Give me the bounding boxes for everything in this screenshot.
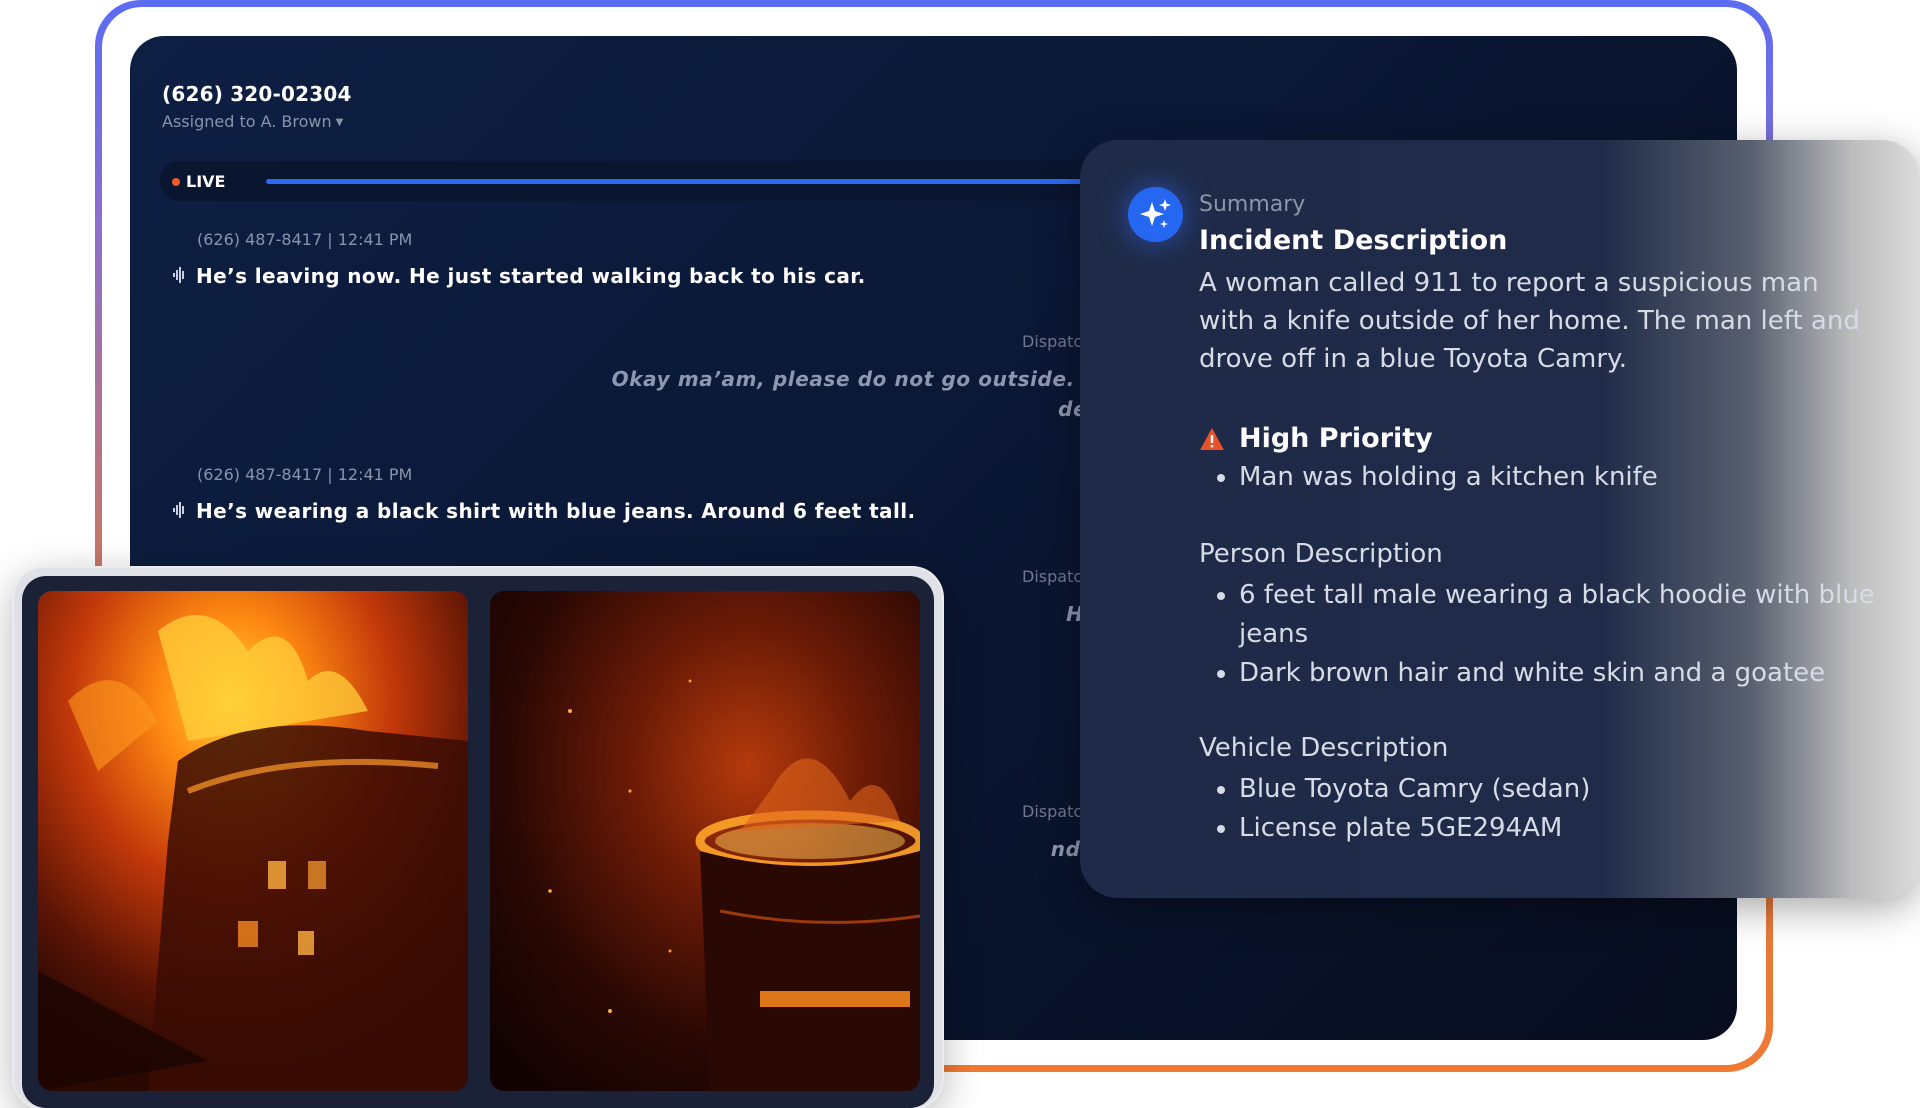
warning-icon <box>1200 428 1224 450</box>
person-description-heading: Person Description <box>1199 539 1443 569</box>
message-meta: (626) 487-8417 | 12:41 PM <box>197 230 413 249</box>
person-description-list: 6 feet tall male wearing a black hoodie … <box>1199 576 1899 693</box>
caller-message-text: He’s leaving now. He just started walkin… <box>196 264 866 288</box>
live-label: LIVE <box>186 172 226 191</box>
high-priority-label: High Priority <box>1239 423 1433 454</box>
assignee-dropdown[interactable]: Assigned to A. Brown ▼ <box>162 112 343 131</box>
incident-description-heading: Incident Description <box>1199 225 1508 256</box>
vehicle-description-list: Blue Toyota Camry (sedan) License plate … <box>1199 770 1899 848</box>
caller-phone-number: (626) 320-02304 <box>162 82 352 106</box>
incident-description-text: A woman called 911 to report a suspiciou… <box>1199 268 1860 374</box>
live-progress-track <box>266 179 1160 184</box>
message-meta: (626) 487-8417 | 12:41 PM <box>197 465 413 484</box>
ai-summary-card: Summary Incident Description A woman cal… <box>1080 140 1920 898</box>
dispatcher-meta: Dispatc <box>1022 332 1083 351</box>
sparkle-icon <box>1140 199 1171 228</box>
dispatcher-meta: Dispatc <box>1022 567 1083 586</box>
list-item: Man was holding a kitchen knife <box>1239 458 1899 497</box>
audio-wave-icon <box>173 267 184 283</box>
building-fire-photo-1[interactable] <box>38 591 468 1091</box>
caller-message-text: He’s wearing a black shirt with blue jea… <box>196 499 916 523</box>
dispatcher-meta: Dispatc <box>1022 802 1083 821</box>
live-audio-bar[interactable]: LIVE <box>160 161 1160 201</box>
building-fire-photo-2[interactable] <box>490 591 920 1091</box>
live-indicator-dot <box>172 178 180 186</box>
audio-wave-icon <box>173 502 184 518</box>
list-item: Blue Toyota Camry (sedan) <box>1239 770 1899 809</box>
caret-down-icon: ▼ <box>335 117 344 128</box>
list-item: 6 feet tall male wearing a black hoodie … <box>1239 576 1899 654</box>
ai-sparkle-badge <box>1128 187 1183 242</box>
assignee-label: Assigned to A. Brown <box>162 112 332 131</box>
priority-list: Man was holding a kitchen knife <box>1199 458 1899 497</box>
vehicle-description-heading: Vehicle Description <box>1199 733 1449 763</box>
list-item: License plate 5GE294AM <box>1239 809 1899 848</box>
list-item: Dark brown hair and white skin and a goa… <box>1239 654 1899 693</box>
summary-label: Summary <box>1199 192 1306 217</box>
